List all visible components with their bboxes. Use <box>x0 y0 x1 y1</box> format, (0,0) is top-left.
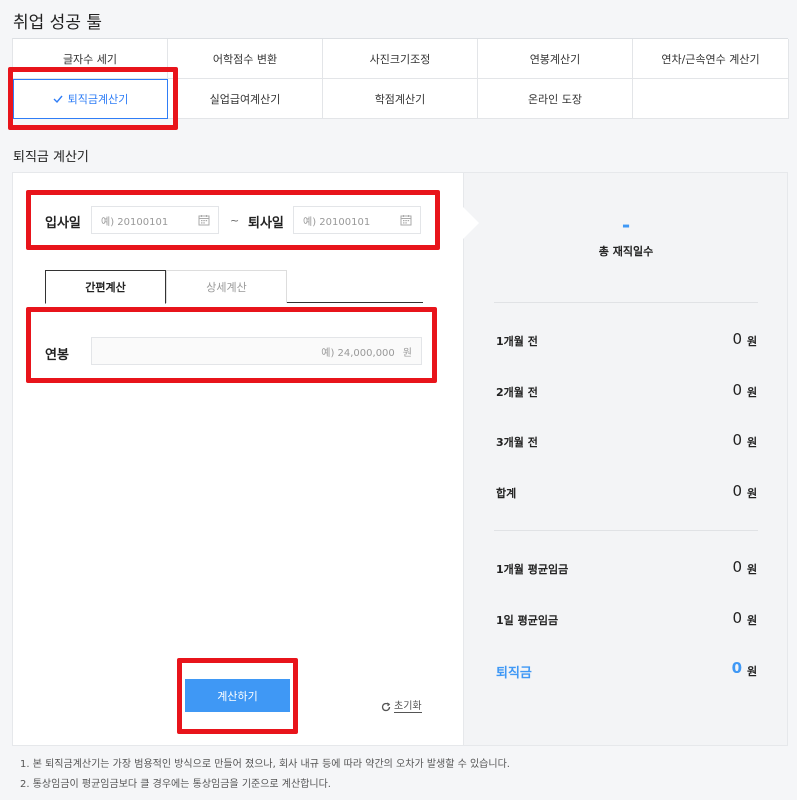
result-value-total: 0 <box>732 482 742 500</box>
tab-salary-calculator[interactable]: 연봉계산기 <box>478 39 633 79</box>
currency-unit: 원 <box>402 347 412 359</box>
tab-label: 연차/근속연수 계산기 <box>661 52 760 66</box>
result-unit: 원 <box>747 335 758 348</box>
check-icon <box>53 94 63 104</box>
start-date-label: 입사일 <box>45 216 81 231</box>
tab-annual-leave-calculator[interactable]: 연차/근속연수 계산기 <box>633 39 789 79</box>
notes: 1. 본 퇴직금계산기는 가장 범용적인 방식으로 만들어 졌으나, 회사 내규… <box>20 755 510 795</box>
start-date-field[interactable]: 예) 20100101 <box>91 206 219 234</box>
input-pane: 입사일 예) 20100101 ~ 퇴사일 예) 20100101 간편계산 상… <box>13 173 463 745</box>
start-date-placeholder: 예) 20100101 <box>101 216 169 228</box>
calendar-icon[interactable] <box>400 214 412 226</box>
tab-label: 글자수 세기 <box>62 52 118 66</box>
tab-photo-resize[interactable]: 사진크기조정 <box>323 39 478 79</box>
result-value-monthly-average: 0 <box>732 558 742 576</box>
result-unit: 원 <box>747 487 758 500</box>
end-date-placeholder: 예) 20100101 <box>303 216 371 228</box>
reset-label: 초기화 <box>394 701 422 713</box>
tab-label: 사진크기조정 <box>369 52 431 66</box>
annual-salary-placeholder: 예) 24,000,000 <box>321 347 395 359</box>
divider <box>494 530 758 531</box>
result-value-daily-average: 0 <box>732 609 742 627</box>
result-label-total: 합계 <box>496 487 517 500</box>
result-value-severance: 0 <box>731 659 742 677</box>
tab-online-stamp[interactable]: 온라인 도장 <box>478 79 633 119</box>
calculate-button[interactable]: 계산하기 <box>185 679 290 712</box>
result-label-2-month: 2개월 전 <box>496 386 538 399</box>
result-label-3-month: 3개월 전 <box>496 436 538 449</box>
tab-label: 어학점수 변환 <box>212 52 278 66</box>
result-label-severance: 퇴직금 <box>496 666 532 681</box>
severance-calculator-panel: 입사일 예) 20100101 ~ 퇴사일 예) 20100101 간편계산 상… <box>12 172 788 746</box>
section-title: 퇴직금 계산기 <box>13 150 89 165</box>
result-value-3-month: 0 <box>732 431 742 449</box>
result-unit: 원 <box>747 386 758 399</box>
tab-label: 퇴직금계산기 <box>67 93 129 106</box>
tab-simple-calculation[interactable]: 간편계산 <box>45 270 166 304</box>
tool-tabs: 글자수 세기 어학점수 변환 사진크기조정 연봉계산기 연차/근속연수 계산기 … <box>12 38 789 119</box>
note-item: 1. 본 퇴직금계산기는 가장 범용적인 방식으로 만들어 졌으나, 회사 내규… <box>20 759 510 770</box>
tab-unemployment-calculator[interactable]: 실업급여계산기 <box>168 79 323 119</box>
result-unit: 원 <box>747 614 758 627</box>
result-label-1-month: 1개월 전 <box>496 335 538 348</box>
total-days-label: 총 재직일수 <box>598 245 654 258</box>
annual-salary-label: 연봉 <box>45 348 69 363</box>
tab-label: 실업급여계산기 <box>209 92 281 106</box>
result-label-daily-average: 1일 평균임금 <box>496 614 559 627</box>
result-value-1-month: 0 <box>732 330 742 348</box>
tab-label: 학점계산기 <box>374 92 426 106</box>
calculation-mode-tabs: 간편계산 상세계산 <box>45 270 423 304</box>
annual-salary-field[interactable]: 예) 24,000,000 원 <box>91 337 422 365</box>
result-unit: 원 <box>747 436 758 449</box>
tab-empty-slot <box>633 79 789 119</box>
end-date-field[interactable]: 예) 20100101 <box>293 206 421 234</box>
end-date-label: 퇴사일 <box>248 216 284 231</box>
tab-detailed-calculation[interactable]: 상세계산 <box>166 270 287 303</box>
tab-label: 연봉계산기 <box>529 52 581 66</box>
total-days-value: - <box>621 213 631 237</box>
result-pane: - 총 재직일수 1개월 전 0 원 2개월 전 0 원 3개월 전 0 원 합… <box>463 173 787 745</box>
refresh-icon <box>381 702 391 712</box>
date-separator: ~ <box>230 214 240 227</box>
tab-gpa-calculator[interactable]: 학점계산기 <box>323 79 478 119</box>
result-label-monthly-average: 1개월 평균임금 <box>496 563 569 576</box>
tab-severance-calculator[interactable]: 퇴직금계산기 <box>13 79 168 119</box>
calendar-icon[interactable] <box>198 214 210 226</box>
result-unit: 원 <box>747 563 758 576</box>
divider <box>494 302 758 303</box>
note-item: 2. 통상임금이 평균임금보다 클 경우에는 통상임금을 기준으로 계산합니다. <box>20 779 331 790</box>
page-title: 취업 성공 툴 <box>13 13 103 33</box>
tab-language-score[interactable]: 어학점수 변환 <box>168 39 323 79</box>
tab-label: 온라인 도장 <box>527 92 583 106</box>
reset-button[interactable]: 초기화 <box>381 701 422 713</box>
result-unit: 원 <box>747 665 758 678</box>
tab-char-count[interactable]: 글자수 세기 <box>13 39 168 79</box>
result-value-2-month: 0 <box>732 381 742 399</box>
